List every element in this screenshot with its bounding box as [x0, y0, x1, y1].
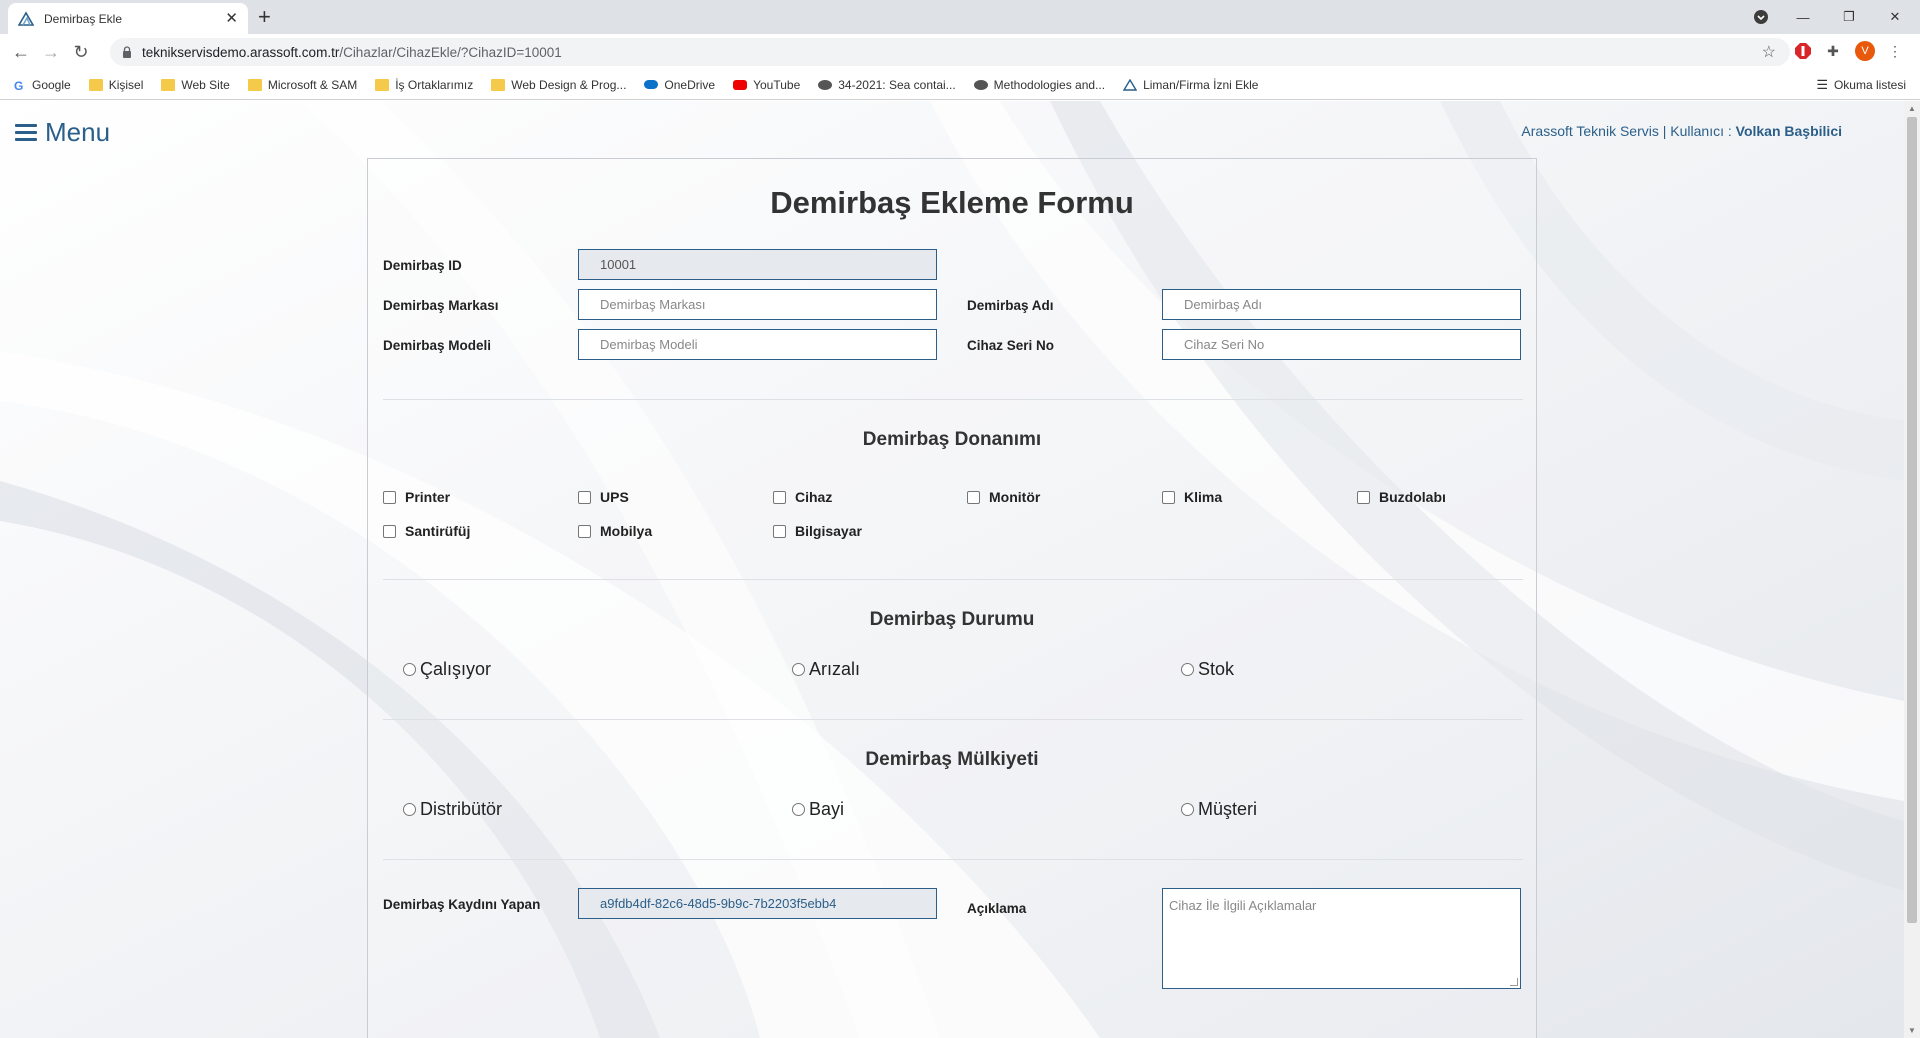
divider [383, 399, 1523, 400]
checkbox-printer[interactable]: Printer [383, 489, 450, 505]
lock-icon [123, 46, 131, 58]
bookmark-onedrive[interactable]: OneDrive [644, 78, 715, 92]
radio-musteri[interactable]: Müşteri [1181, 799, 1257, 820]
checkbox-santirufuj[interactable]: Santirüfüj [383, 523, 470, 539]
checkbox-bilgisayar[interactable]: Bilgisayar [773, 523, 862, 539]
asset-model-label: Demirbaş Modeli [383, 338, 492, 353]
resize-grip-icon [1510, 978, 1518, 986]
browser-menu-icon[interactable]: ⋮ [1884, 40, 1906, 62]
asset-id-field[interactable]: 10001 [578, 249, 937, 280]
asset-id-label: Demirbaş ID [383, 258, 462, 273]
hardware-section-title: Demirbaş Donanımı [862, 429, 1042, 450]
minimize-icon[interactable]: — [1780, 0, 1826, 34]
asset-brand-label: Demirbaş Markası [383, 298, 499, 313]
reading-list-icon: ☰ [1816, 77, 1828, 92]
bookmark-folder[interactable]: Web Site [161, 78, 230, 92]
scroll-up-icon: ▲ [1908, 104, 1916, 113]
site-logo-icon [18, 10, 34, 26]
extensions-icon[interactable]: ✚ [1822, 40, 1844, 62]
company-name: Arassoft Teknik Servis [1521, 123, 1659, 139]
bookmark-youtube[interactable]: YouTube [733, 78, 800, 92]
bookmark-folder[interactable]: Kişisel [88, 78, 143, 92]
bookmark-google[interactable]: G Google [14, 78, 71, 93]
reload-icon[interactable]: ↻ [66, 37, 96, 67]
restore-icon[interactable]: ❐ [1826, 0, 1872, 34]
profile-avatar[interactable]: V [1854, 40, 1876, 62]
menu-label: Menu [45, 117, 111, 147]
page-title: Demirbaş Ekleme Formu [770, 185, 1134, 220]
url-host: teknikservisdemo.arassoft.com.tr [142, 44, 340, 60]
page-content: Menu Arassoft Teknik Servis | Kullanıcı … [0, 101, 1904, 1038]
bookmark-star-icon[interactable]: ☆ [1762, 42, 1776, 62]
browser-tab-strip: Demirbaş Ekle ✕ + — ❐ ✕ [0, 0, 1920, 34]
checkbox-mobilya[interactable]: Mobilya [578, 523, 652, 539]
checkbox-cihaz[interactable]: Cihaz [773, 489, 832, 505]
bookmarks-bar: G Google Kişisel Web Site Microsoft & SAM… [0, 70, 1920, 100]
google-icon: G [14, 78, 24, 93]
bookmark-link[interactable]: 34-2021: Sea contai... [818, 78, 956, 92]
description-label: Açıklama [967, 901, 1027, 916]
radio-calisiyor[interactable]: Çalışıyor [403, 659, 491, 680]
radio-arizali[interactable]: Arızalı [792, 659, 860, 680]
description-textarea[interactable]: Cihaz İle İlgili Açıklamalar [1162, 888, 1521, 989]
user-prefix: | Kullanıcı : [1658, 123, 1736, 139]
checkbox-monitor[interactable]: Monitör [967, 489, 1040, 505]
back-icon[interactable]: ← [6, 37, 36, 67]
close-tab-icon[interactable]: ✕ [225, 11, 238, 26]
divider [383, 859, 1523, 860]
bookmark-folder[interactable]: Microsoft & SAM [247, 78, 357, 92]
tab-search-icon[interactable] [1738, 0, 1784, 34]
tab-title: Demirbaş Ekle [44, 11, 123, 26]
serial-no-label: Cihaz Seri No [967, 338, 1055, 353]
folder-icon [161, 78, 176, 91]
forward-icon[interactable]: → [36, 37, 66, 67]
bookmark-link[interactable]: Methodologies and... [973, 78, 1105, 92]
bookmark-folder[interactable]: İş Ortaklarımız [375, 78, 473, 92]
asset-form-card: Demirbaş Ekleme Formu Demirbaş ID 10001 … [367, 158, 1537, 1038]
asset-name-input[interactable]: Demirbaş Adı [1162, 289, 1521, 320]
divider [383, 719, 1523, 720]
radio-stok[interactable]: Stok [1181, 659, 1234, 680]
browser-tab[interactable]: Demirbaş Ekle ✕ [8, 3, 248, 34]
radio-distributor[interactable]: Distribütör [403, 799, 502, 820]
page-scrollbar[interactable]: ▲ ▼ [1904, 101, 1920, 1038]
ship-icon [973, 79, 988, 90]
onedrive-icon [644, 80, 659, 89]
user-info: Arassoft Teknik Servis | Kullanıcı : Vol… [1521, 123, 1842, 139]
radio-bayi[interactable]: Bayi [792, 799, 844, 820]
checkbox-ups[interactable]: UPS [578, 489, 629, 505]
asset-brand-input[interactable]: Demirbaş Markası [578, 289, 937, 320]
recorder-field[interactable]: a9fdb4df-82c6-48d5-9b9c-7b2203f5ebb4 [578, 888, 937, 919]
recorder-label: Demirbaş Kaydını Yapan [383, 897, 541, 912]
serial-no-input[interactable]: Cihaz Seri No [1162, 329, 1521, 360]
folder-icon [247, 78, 262, 91]
new-tab-icon[interactable]: + [258, 5, 271, 29]
bookmark-folder[interactable]: Web Design & Prog... [491, 78, 626, 92]
ownership-section-title: Demirbaş Mülkiyeti [865, 749, 1039, 770]
checkbox-buzdolabi[interactable]: Buzdolabı [1357, 489, 1446, 505]
close-window-icon[interactable]: ✕ [1872, 0, 1918, 34]
asset-name-label: Demirbaş Adı [967, 298, 1054, 313]
site-logo-icon [1123, 78, 1138, 91]
asset-model-input[interactable]: Demirbaş Modeli [578, 329, 937, 360]
hamburger-icon [15, 120, 37, 145]
divider [383, 579, 1523, 580]
adblock-icon[interactable] [1792, 40, 1814, 62]
ship-icon [818, 79, 833, 90]
reading-list[interactable]: ☰ Okuma listesi [1816, 77, 1906, 93]
folder-icon [375, 78, 390, 91]
youtube-icon [733, 79, 748, 90]
bookmark-link[interactable]: Liman/Firma İzni Ekle [1123, 78, 1258, 92]
folder-icon [491, 78, 506, 91]
browser-toolbar: ← → ↻ teknikservisdemo.arassoft.com.tr/C… [0, 34, 1920, 70]
user-name: Volkan Başbilici [1735, 123, 1842, 139]
menu-button[interactable]: Menu [15, 117, 110, 148]
scroll-down-icon: ▼ [1908, 1026, 1916, 1035]
checkbox-klima[interactable]: Klima [1162, 489, 1222, 505]
address-bar[interactable]: teknikservisdemo.arassoft.com.tr/Cihazla… [110, 38, 1790, 66]
status-section-title: Demirbaş Durumu [869, 609, 1035, 630]
folder-icon [88, 78, 103, 91]
url-path: /Cihazlar/CihazEkle/?CihazID=10001 [339, 44, 562, 60]
scroll-thumb[interactable] [1907, 117, 1917, 923]
